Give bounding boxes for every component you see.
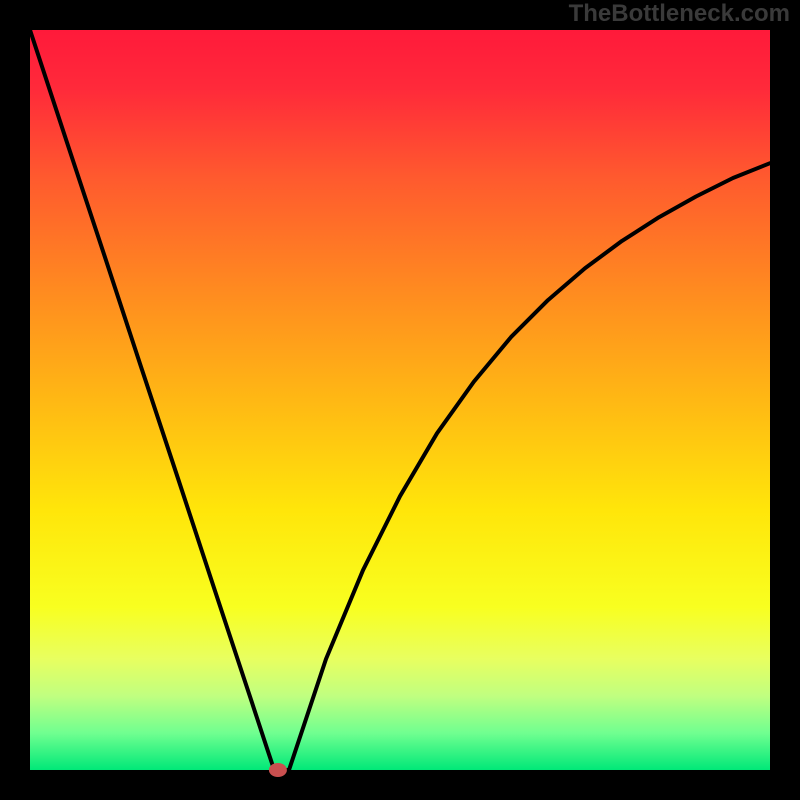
plot-background	[30, 30, 770, 770]
optimal-marker	[269, 763, 287, 777]
chart-canvas	[0, 0, 800, 800]
chart-root: { "watermark": "TheBottleneck.com", "cha…	[0, 0, 800, 800]
watermark-text: TheBottleneck.com	[569, 0, 790, 28]
